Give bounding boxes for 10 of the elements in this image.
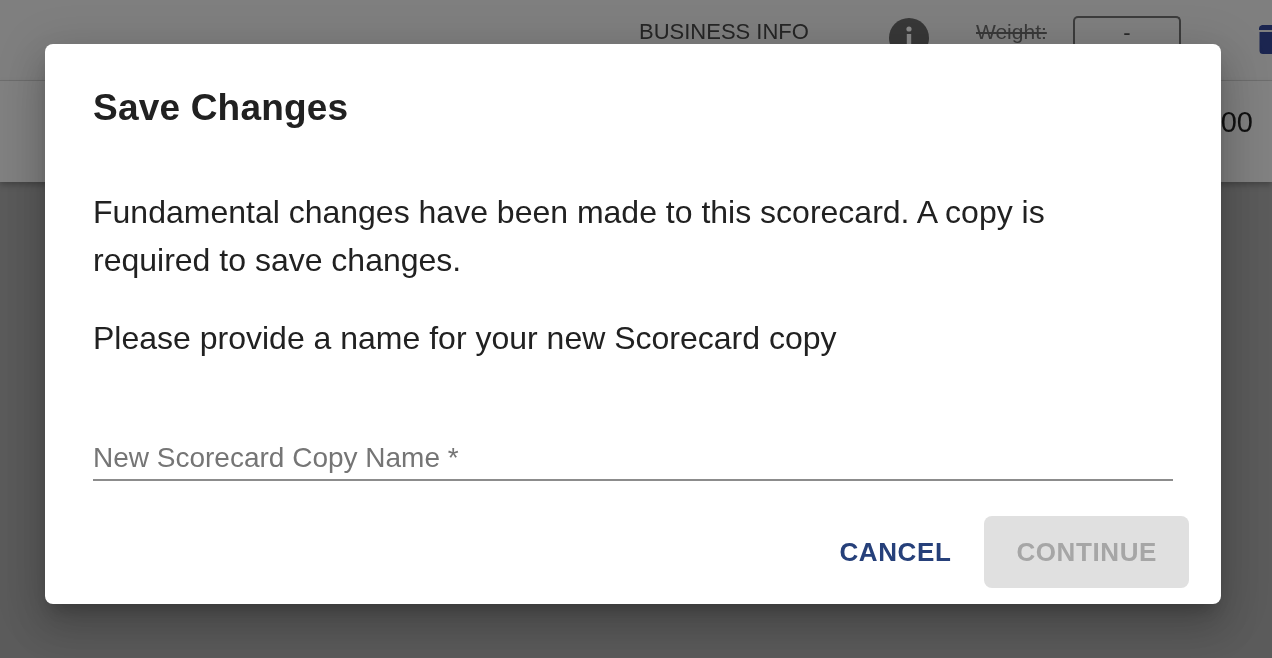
dialog-message: Fundamental changes have been made to this scorecard. A copy is required to save changes. bbox=[93, 193, 1046, 280]
cancel-button[interactable]: CANCEL bbox=[823, 516, 968, 588]
dialog-title: Save Changes bbox=[93, 86, 349, 130]
value-text: 00 bbox=[1220, 108, 1253, 137]
section-title: BUSINESS INFO bbox=[639, 21, 809, 43]
input-field[interactable]: New Scorecard Copy Name * bbox=[93, 437, 1173, 481]
info-icon[interactable] bbox=[889, 18, 929, 44]
weight-label: Weight: bbox=[976, 21, 1047, 43]
trash-icon[interactable] bbox=[1259, 25, 1272, 54]
dialog-message: Please provide a name for your new Scorecard copy bbox=[93, 319, 837, 358]
